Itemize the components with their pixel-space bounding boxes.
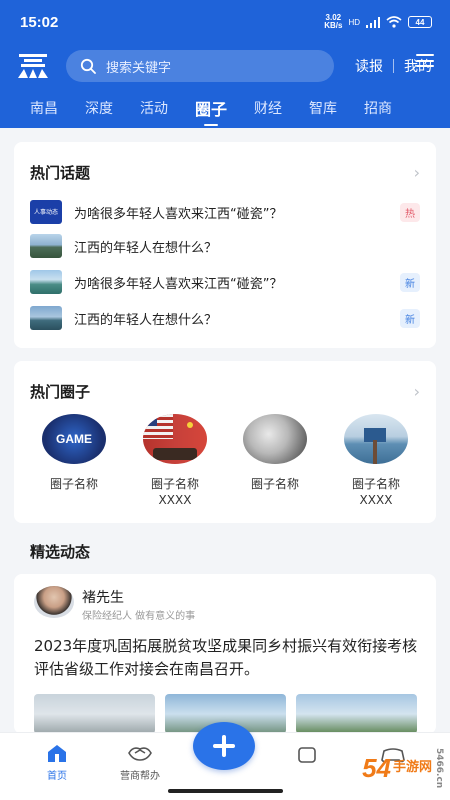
author-subtitle: 保险经纪人 做有意义的事	[82, 611, 196, 622]
hot-topics-title: 热门话题	[30, 164, 91, 182]
circle-name: 圈子名称 XXXX	[150, 477, 199, 507]
circle-item[interactable]: 圈子名称 XXXX	[135, 414, 215, 508]
handshake-icon	[128, 747, 152, 761]
divider	[393, 59, 394, 73]
circle-item[interactable]: 圈子名称	[235, 414, 315, 492]
chevron-right-icon[interactable]: ›	[414, 382, 420, 401]
circle-image	[243, 414, 307, 464]
topic-text: 江西的年轻人在想什么？	[74, 240, 218, 256]
nav-icon[interactable]	[296, 745, 318, 765]
app-header: 搜索关键字 读报 我的 南昌 深度 活动 圈子 财经 智库 招商	[0, 44, 450, 128]
tab-investment[interactable]: 招商	[364, 98, 392, 118]
post-image[interactable]	[34, 694, 155, 734]
home-icon	[48, 745, 66, 762]
search-input[interactable]: 搜索关键字	[66, 50, 334, 82]
tab-depth[interactable]: 深度	[85, 98, 113, 118]
topic-thumbnail: 人事动态	[30, 200, 62, 224]
post-body[interactable]: 2023年度巩固拓展脱贫攻坚成果同乡村振兴有效衔接考核评估省级工作对接会在南昌召…	[34, 635, 424, 681]
watermark-logo: 54	[362, 752, 391, 783]
watermark-text: 手游网	[392, 760, 432, 776]
net-speed: 3.02 KB/s	[324, 13, 343, 30]
circle-image	[344, 414, 408, 464]
topic-text: 江西的年轻人在想什么？	[74, 312, 218, 328]
circle-item[interactable]: 圈子名称 XXXX	[336, 414, 416, 508]
circle-image: GAME	[42, 414, 106, 464]
tab-think-tank[interactable]: 智库	[309, 98, 337, 118]
chevron-right-icon[interactable]: ›	[414, 163, 420, 182]
watermark-url: 5466.cn	[434, 748, 444, 789]
circle-image	[143, 414, 207, 464]
topic-text: 为啥很多年轻人喜欢来江西“碰瓷”？	[74, 206, 283, 222]
read-paper-link[interactable]: 读报	[355, 56, 383, 76]
featured-title: 精选动态	[30, 543, 91, 561]
avatar[interactable]	[34, 586, 74, 618]
hot-circles-title: 热门圈子	[30, 383, 91, 401]
tab-nanchang[interactable]: 南昌	[30, 98, 58, 118]
new-badge: 新	[400, 272, 420, 292]
plus-icon	[213, 735, 235, 757]
post-image[interactable]	[296, 694, 417, 734]
tab-activity[interactable]: 活动	[140, 98, 168, 118]
circle-name: 圈子名称 XXXX	[351, 477, 400, 507]
nav-home[interactable]: 首页	[27, 743, 87, 782]
status-time: 15:02	[20, 13, 59, 31]
tab-finance[interactable]: 财经	[254, 98, 282, 118]
search-placeholder: 搜索关键字	[106, 60, 172, 76]
topic-thumbnail	[30, 306, 62, 330]
hot-badge: 热	[400, 202, 420, 222]
battery-icon: 44	[408, 16, 432, 28]
tab-circle[interactable]: 圈子	[195, 96, 227, 120]
circle-name: 圈子名称	[250, 477, 299, 491]
circle-item[interactable]: GAME 圈子名称	[34, 414, 114, 492]
topic-item[interactable]: 人事动态 为啥很多年轻人喜欢来江西“碰瓷”？ 热	[30, 200, 420, 224]
nav-business-help[interactable]: 营商帮办	[110, 743, 170, 782]
add-button[interactable]	[193, 722, 255, 770]
topic-item[interactable]: 江西的年轻人在想什么？ 新	[30, 306, 420, 330]
topic-thumbnail	[30, 234, 62, 258]
topic-thumbnail	[30, 270, 62, 294]
signal-icon	[366, 16, 380, 28]
watermark: 54 手游网 5466.cn	[362, 748, 444, 788]
author-name[interactable]: 褚先生	[82, 587, 124, 607]
network-type: HD	[348, 17, 360, 27]
new-badge: 新	[400, 308, 420, 328]
hot-circles-card: 热门圈子 › GAME 圈子名称 圈子名称 XXXX 圈子名称 圈子名称 XXX…	[14, 361, 436, 523]
topic-text: 为啥很多年轻人喜欢来江西“碰瓷”？	[74, 276, 283, 292]
app-logo-icon[interactable]	[16, 53, 50, 79]
topic-item[interactable]: 为啥很多年轻人喜欢来江西“碰瓷”？ 新	[30, 270, 420, 294]
circle-name: 圈子名称	[49, 477, 98, 491]
search-icon	[80, 58, 96, 74]
menu-icon[interactable]	[416, 54, 434, 67]
featured-post-card[interactable]: 褚先生 保险经纪人 做有意义的事 2023年度巩固拓展脱贫攻坚成果同乡村振兴有效…	[14, 574, 436, 734]
topic-item[interactable]: 江西的年轻人在想什么？	[30, 234, 420, 258]
channel-tabs: 南昌 深度 活动 圈子 财经 智库 招商	[0, 92, 450, 124]
wifi-icon	[386, 16, 402, 28]
hot-topics-card: 热门话题 › 人事动态 为啥很多年轻人喜欢来江西“碰瓷”？ 热 江西的年轻人在想…	[14, 142, 436, 348]
home-indicator[interactable]	[168, 789, 283, 793]
status-icons: 3.02 KB/s HD 44	[324, 14, 432, 30]
status-bar: 15:02 3.02 KB/s HD 44	[0, 0, 450, 44]
